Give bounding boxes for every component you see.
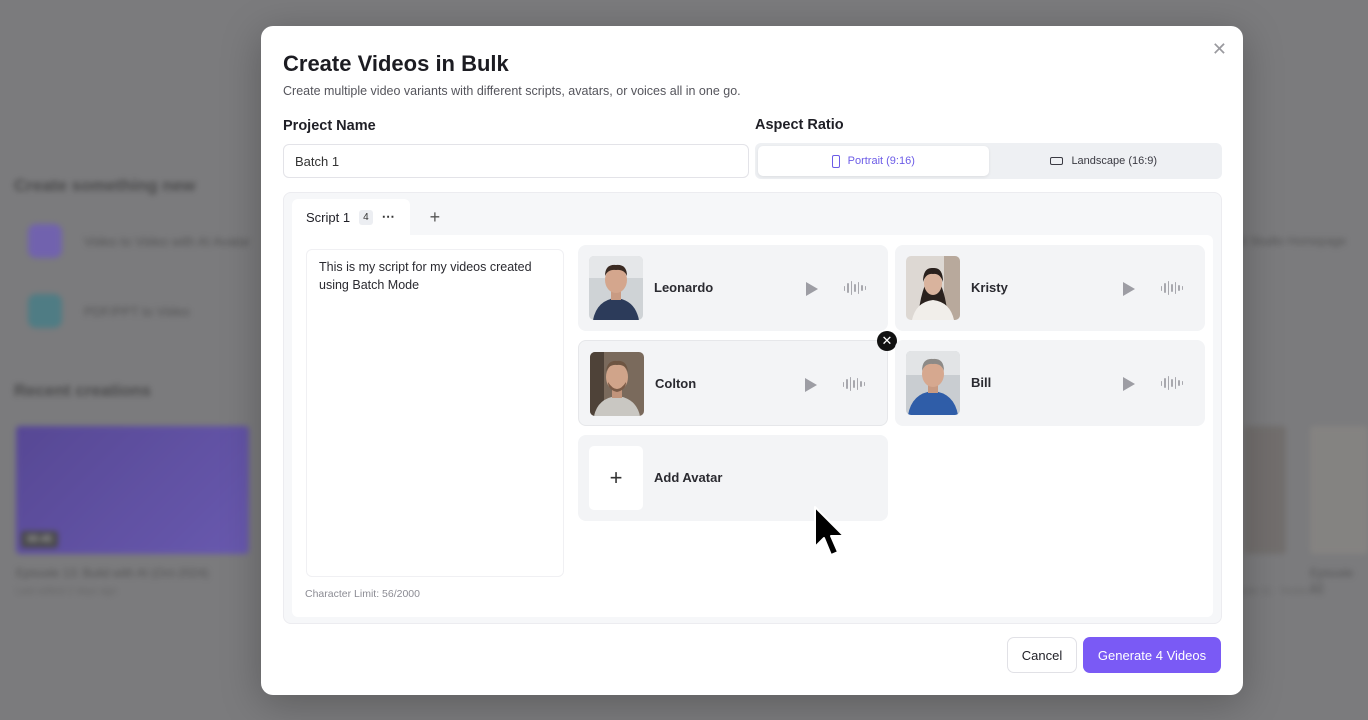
bg-create-item-label: PDF/PPT to Video	[84, 303, 190, 319]
aspect-ratio-label: Aspect Ratio	[755, 117, 844, 133]
more-options-icon[interactable]: ⋯	[382, 209, 396, 225]
close-icon[interactable]: ✕	[1212, 40, 1227, 58]
landscape-option[interactable]: Landscape (16:9)	[989, 146, 1220, 176]
avatar-name: Leonardo	[654, 280, 714, 295]
avatar-name: Kristy	[971, 280, 1008, 295]
script-tabs: Script 1 4 ⋯ +	[292, 199, 440, 235]
aspect-ratio-toggle: Portrait (9:16) Landscape (16:9)	[755, 143, 1222, 179]
play-icon[interactable]	[806, 282, 818, 296]
script-tab-body: This is my script for my videos created …	[292, 235, 1213, 617]
bg-create-heading: Create something new	[14, 176, 196, 195]
play-icon[interactable]	[1123, 282, 1135, 296]
create-videos-bulk-modal: ✕ Create Videos in Bulk Create multiple …	[261, 26, 1243, 695]
document-icon	[28, 294, 62, 328]
generate-videos-button[interactable]: Generate 4 Videos	[1083, 637, 1221, 673]
add-script-tab-button[interactable]: +	[430, 207, 441, 228]
avatar-card-colton[interactable]: Colton ✕	[578, 331, 897, 426]
play-icon[interactable]	[1123, 377, 1135, 391]
portrait-option[interactable]: Portrait (9:16)	[758, 146, 989, 176]
avatar-card-leonardo[interactable]: Leonardo	[578, 245, 888, 331]
project-name-label: Project Name	[283, 118, 376, 134]
voice-waveform-icon[interactable]	[843, 281, 866, 295]
avatar-card-bill[interactable]: Bill	[895, 340, 1205, 426]
avatar-count-badge: 4	[359, 209, 373, 225]
bg-thumbnail	[1244, 426, 1286, 554]
bg-recent-heading: Recent creations	[14, 381, 151, 400]
character-limit: Character Limit: 56/2000	[305, 588, 420, 600]
bg-recent-date: Last edited 2 days ago	[16, 586, 117, 597]
video-icon	[28, 224, 62, 258]
modal-subtitle: Create multiple video variants with diff…	[283, 84, 741, 98]
bg-create-item: PDF/PPT to Video	[28, 294, 190, 328]
avatar-name: Colton	[655, 376, 697, 391]
avatar-card-kristy[interactable]: Kristy	[895, 245, 1205, 331]
voice-waveform-icon[interactable]	[1160, 281, 1183, 295]
modal-title: Create Videos in Bulk	[283, 51, 509, 76]
cancel-button[interactable]: Cancel	[1007, 637, 1077, 673]
plus-icon: +	[589, 446, 643, 510]
tab-script-1[interactable]: Script 1 4 ⋯	[292, 199, 410, 235]
phone-icon	[831, 154, 840, 168]
avatar-photo	[589, 256, 643, 320]
portrait-option-label: Portrait (9:16)	[847, 155, 915, 167]
bg-thumbnail	[1310, 426, 1368, 554]
bg-duration-badge: 00:45	[21, 531, 59, 548]
avatar-photo	[906, 351, 960, 415]
tab-label: Script 1	[306, 209, 351, 225]
remove-avatar-icon[interactable]: ✕	[877, 331, 897, 351]
bg-right-link: AI Studio Homepage	[1235, 234, 1346, 248]
bg-create-item: Video to Video with AI Avatar	[28, 224, 250, 258]
script-textarea[interactable]: This is my script for my videos created …	[306, 249, 564, 577]
bg-recent-thumbnail: 00:45	[16, 426, 249, 554]
voice-waveform-icon[interactable]	[1160, 376, 1183, 390]
avatar-photo	[906, 256, 960, 320]
voice-waveform-icon[interactable]	[842, 377, 865, 391]
landscape-icon	[1050, 157, 1064, 165]
bg-create-item-label: Video to Video with AI Avatar	[84, 233, 251, 249]
script-panel: Script 1 4 ⋯ + This is my script for my …	[283, 192, 1222, 624]
avatar-name: Bill	[971, 375, 992, 390]
project-name-input[interactable]	[283, 144, 749, 178]
bg-recent-title: Episode 13: Build with AI (Oct-2024)	[16, 566, 209, 580]
mouse-cursor-icon	[814, 506, 845, 556]
add-avatar-label: Add Avatar	[654, 470, 723, 485]
play-icon[interactable]	[805, 378, 817, 392]
avatar-photo	[590, 352, 644, 416]
landscape-option-label: Landscape (16:9)	[1071, 155, 1158, 167]
